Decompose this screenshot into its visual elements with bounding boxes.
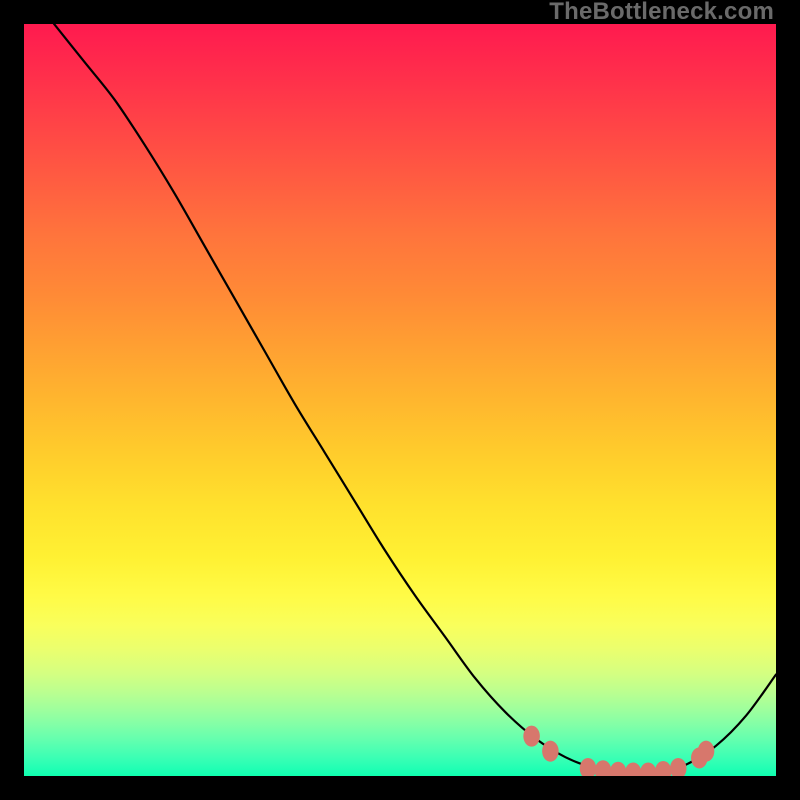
brand-watermark: TheBottleneck.com [549, 0, 774, 24]
marker-layer [523, 726, 714, 776]
marker-dot [523, 726, 540, 747]
marker-dot [542, 741, 559, 762]
marker-dot [595, 760, 612, 776]
chart-stage: TheBottleneck.com [0, 0, 800, 800]
marker-dot [640, 762, 657, 776]
marker-dot [610, 762, 627, 776]
marker-dot [580, 758, 597, 776]
curve-path [54, 24, 776, 775]
marker-dot [670, 758, 687, 776]
marker-dot [625, 762, 642, 776]
plot-area [24, 24, 776, 776]
marker-dot [655, 761, 672, 776]
curve-layer [24, 24, 776, 776]
marker-dot [698, 741, 715, 762]
